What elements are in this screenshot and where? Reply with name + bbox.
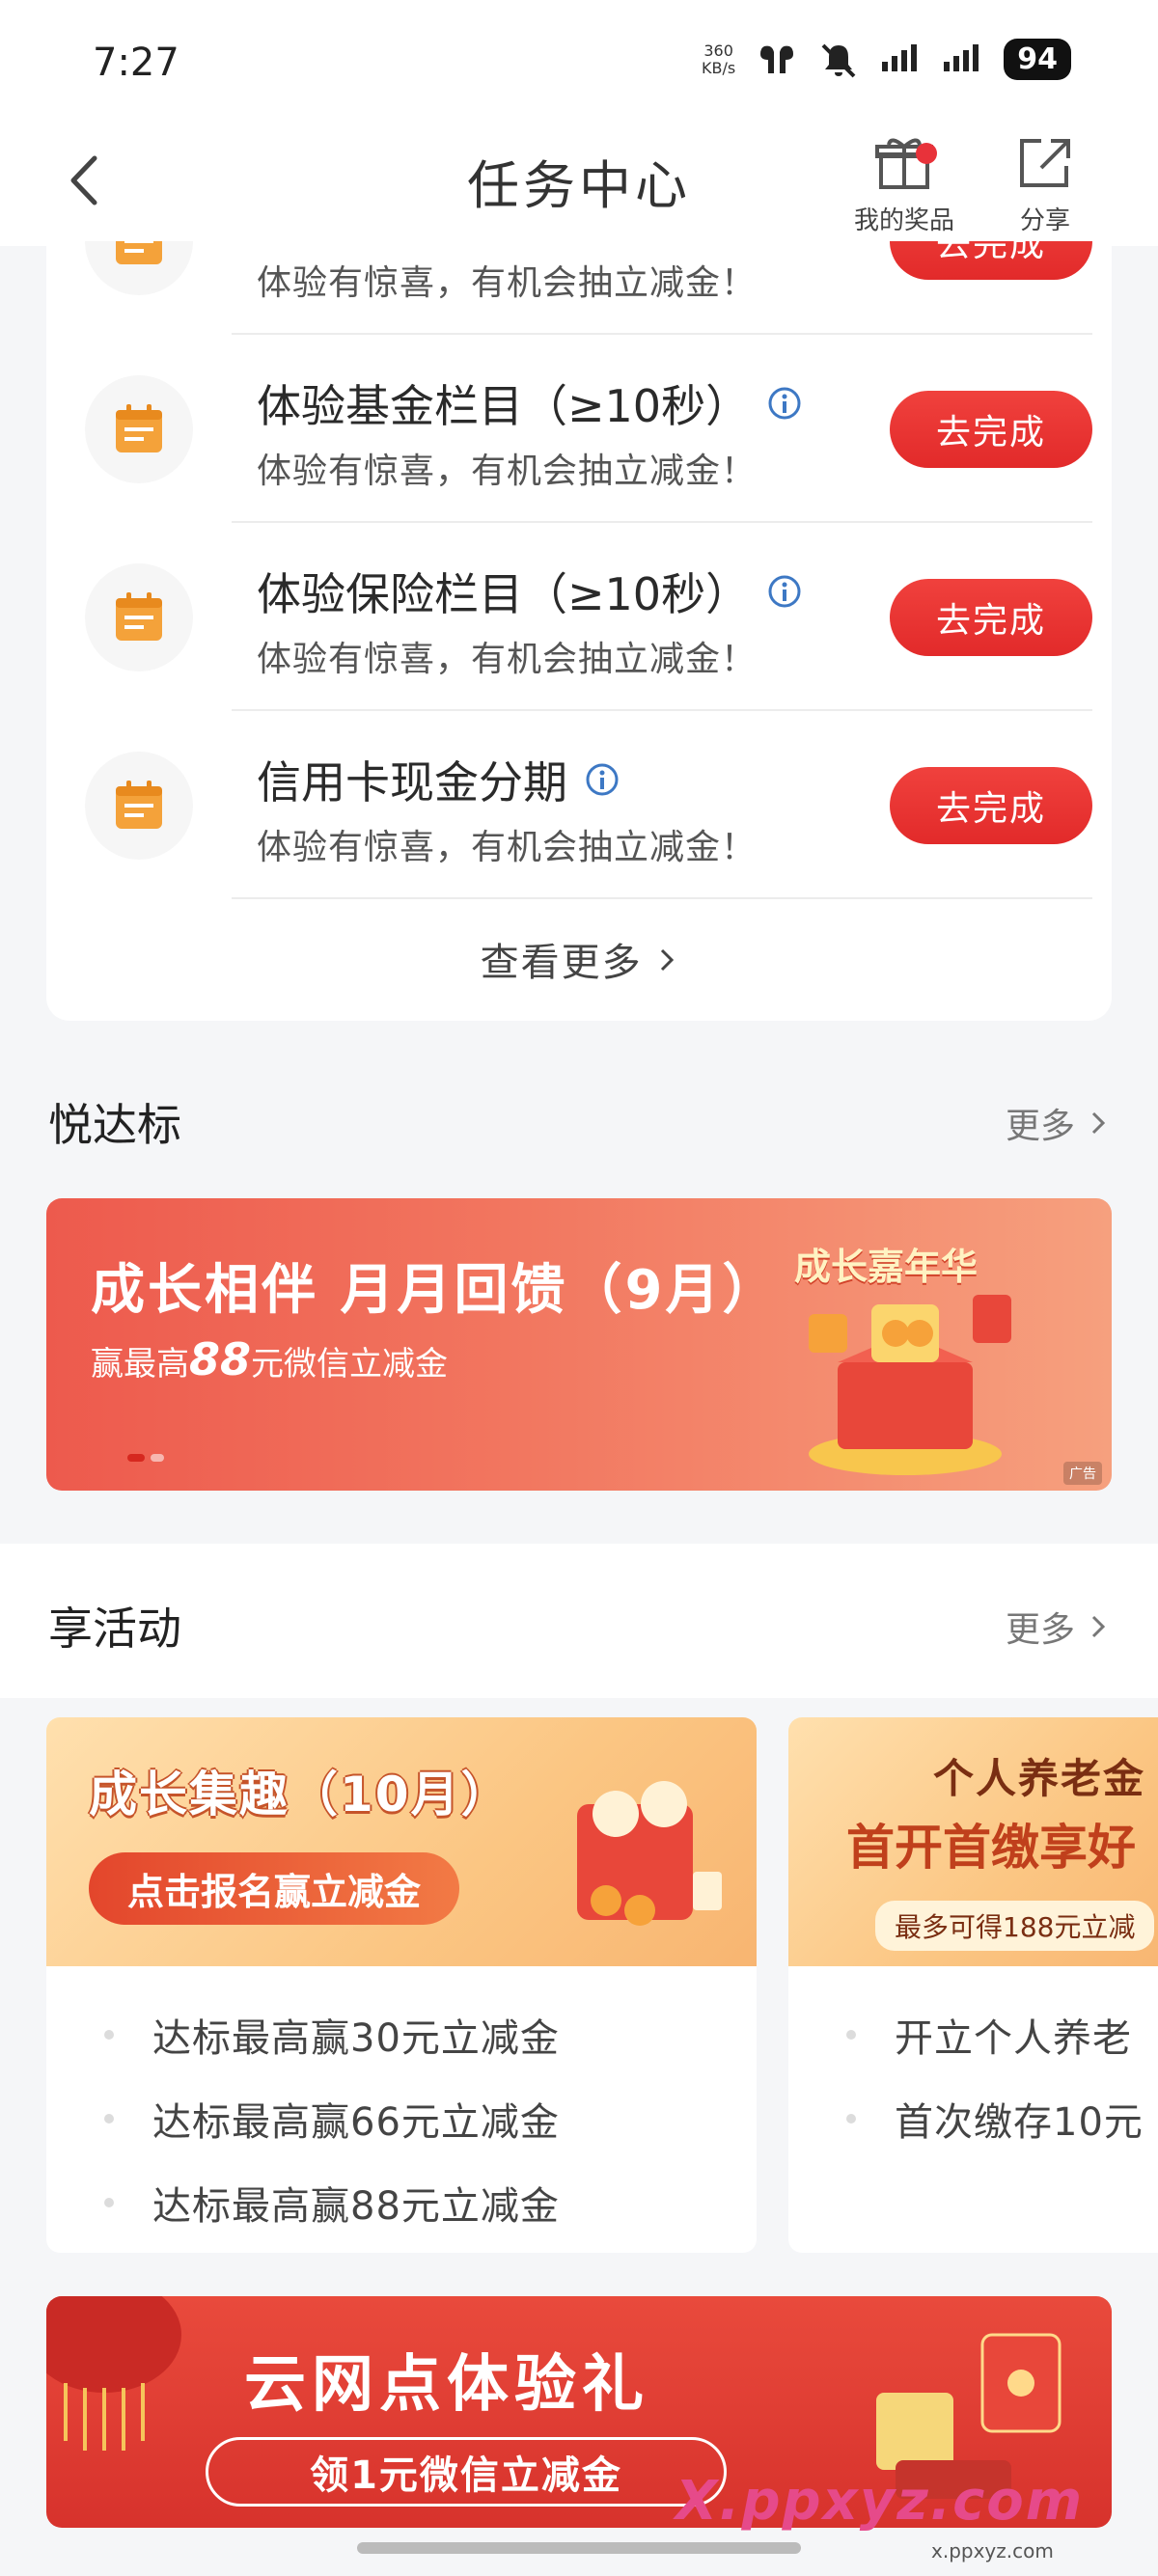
gift-box-illustration (809, 1295, 1011, 1475)
task-title-row: 体验基金栏目（≥10秒） (257, 371, 802, 435)
calendar-icon (116, 241, 162, 264)
banner-subtitle: 领1元微信立减金 (206, 2437, 727, 2507)
status-bar: 7:27 360 KB/s 94 (0, 0, 1158, 125)
notification-dot (916, 143, 937, 164)
view-more-link[interactable]: 查看更多 (46, 931, 1112, 987)
go-complete-button[interactable]: 去完成 (890, 578, 1092, 656)
battery-indicator: 94 (1004, 39, 1071, 80)
task-list-card: 体验有惊喜，有机会抽立减金！ 去完成 体验基金栏目（≥10秒） 体验有惊喜，有机… (46, 241, 1112, 1021)
task-icon (85, 562, 193, 671)
activity-bullet: 达标最高赢30元立减金 (104, 2007, 560, 2063)
carousel-dot-active (127, 1454, 145, 1462)
activity-bullet: 达标最高赢88元立减金 (104, 2175, 560, 2231)
banner-subtitle-suffix: 元微信立减金 (251, 1345, 449, 1384)
go-complete-button[interactable]: 去完成 (890, 241, 1092, 280)
activity-bullet: 达标最高赢66元立减金 (104, 2091, 560, 2147)
calendar-icon (116, 403, 162, 452)
activity-banner-image: 个人养老金 首开首缴享好 最多可得188元立减 (788, 1717, 1158, 1966)
view-more-label: 查看更多 (480, 941, 643, 985)
more-label: 更多 (1005, 1610, 1075, 1650)
activity-card[interactable]: 成长集趣（10月） 点击报名赢立减金 达标最高赢30元立减金 达标最高赢66元立… (46, 1717, 757, 2253)
banner-title: 云网点体验礼 (244, 2349, 649, 2421)
activity-pill: 最多可得188元立减 (875, 1901, 1155, 1951)
ad-label: 广告 (1063, 1462, 1102, 1485)
more-link-yuedabiao[interactable]: 更多 (1006, 1098, 1108, 1148)
go-complete-button[interactable]: 去完成 (890, 766, 1092, 844)
network-speed: 360 KB/s (702, 41, 736, 77)
section-title-activities: 享活动 (48, 1603, 181, 1655)
calendar-icon (116, 591, 162, 641)
activity-bullet: 开立个人养老 (846, 2007, 1132, 2063)
activity-bullet: 首次缴存10元 (846, 2091, 1144, 2147)
more-label: 更多 (1005, 1107, 1075, 1146)
lantern-illustration (46, 2296, 181, 2451)
task-title: 体验基金栏目（≥10秒） (257, 380, 751, 432)
my-prizes-label: 我的奖品 (853, 206, 954, 235)
net-speed-value: 360 (703, 41, 733, 60)
chevron-right-icon (1091, 1111, 1106, 1135)
watermark-url: x.ppxyz.com (931, 2539, 1054, 2562)
task-icon (85, 241, 193, 295)
chevron-right-icon (1091, 1615, 1106, 1638)
info-icon[interactable] (767, 386, 802, 421)
my-prizes-button[interactable]: 我的奖品 (846, 135, 962, 236)
task-title-row: 体验保险栏目（≥10秒） (257, 560, 802, 623)
banner-subtitle: 赢最高88元微信立减金 (91, 1333, 448, 1385)
status-time: 7:27 (93, 41, 179, 85)
mute-bell-icon (821, 43, 856, 77)
home-indicator[interactable] (357, 2542, 801, 2554)
activity-pill: 点击报名赢立减金 (89, 1852, 460, 1925)
activity-card[interactable]: 个人养老金 首开首缴享好 最多可得188元立减 开立个人养老 首次缴存10元 (788, 1717, 1158, 2253)
task-subtitle: 体验有惊喜，有机会抽立减金！ (257, 828, 758, 867)
carousel-dot (151, 1454, 164, 1462)
go-complete-button[interactable]: 去完成 (890, 390, 1092, 468)
share-label: 分享 (1019, 206, 1070, 235)
activity-headline: 成长集趣（10月） (89, 1767, 511, 1822)
task-title-row: 信用卡现金分期 (257, 748, 620, 811)
signal-icon-1 (882, 43, 918, 71)
chevron-right-icon (661, 948, 675, 972)
info-icon[interactable] (767, 574, 802, 609)
task-row: 信用卡现金分期 体验有惊喜，有机会抽立减金！ 去完成 (46, 711, 1112, 899)
share-icon (1020, 139, 1070, 187)
task-row: 体验基金栏目（≥10秒） 体验有惊喜，有机会抽立减金！ 去完成 (46, 335, 1112, 523)
page-title: 任务中心 (467, 155, 691, 216)
info-icon[interactable] (585, 762, 620, 797)
growth-banner[interactable]: 成长相伴 月月回馈（9月） 赢最高88元微信立减金 成长嘉年华 广告 (46, 1198, 1112, 1491)
section-title-yuedabiao: 悦达标 (48, 1099, 181, 1151)
nav-bar: 任务中心 我的奖品 分享 (0, 125, 1158, 246)
signal-icon-2 (944, 43, 979, 71)
banner-subtitle-amount: 88 (189, 1333, 252, 1385)
task-icon (85, 751, 193, 860)
task-subtitle: 体验有惊喜，有机会抽立减金！ (257, 452, 758, 491)
calendar-icon (116, 780, 162, 829)
task-subtitle: 体验有惊喜，有机会抽立减金！ (257, 640, 758, 679)
activity-banner-image: 成长集趣（10月） 点击报名赢立减金 (46, 1717, 757, 1966)
banner-subtitle-prefix: 赢最高 (91, 1345, 189, 1384)
banner-title: 成长相伴 月月回馈（9月） (91, 1259, 780, 1322)
net-speed-unit: KB/s (702, 58, 736, 77)
watermark-logo: X.ppxyz.com (676, 2470, 1085, 2533)
more-link-activities[interactable]: 更多 (1006, 1602, 1108, 1652)
row-divider (232, 897, 1092, 899)
task-title: 信用卡现金分期 (257, 756, 567, 808)
status-icons: 360 KB/s 94 (702, 39, 1071, 80)
task-subtitle: 体验有惊喜，有机会抽立减金！ (257, 263, 758, 303)
activity-headline: 个人养老金 (933, 1755, 1146, 1802)
earbuds-icon (760, 45, 794, 73)
task-icon (85, 374, 193, 483)
task-row: 体验有惊喜，有机会抽立减金！ 去完成 (46, 241, 1112, 335)
task-title: 体验保险栏目（≥10秒） (257, 568, 751, 620)
task-row: 体验保险栏目（≥10秒） 体验有惊喜，有机会抽立减金！ 去完成 (46, 523, 1112, 711)
activity-headline-2: 首开首缴享好 (846, 1820, 1136, 1876)
share-button[interactable]: 分享 (987, 135, 1103, 236)
carousel-dots (127, 1454, 164, 1462)
red-envelope-illustration (577, 1781, 722, 1926)
